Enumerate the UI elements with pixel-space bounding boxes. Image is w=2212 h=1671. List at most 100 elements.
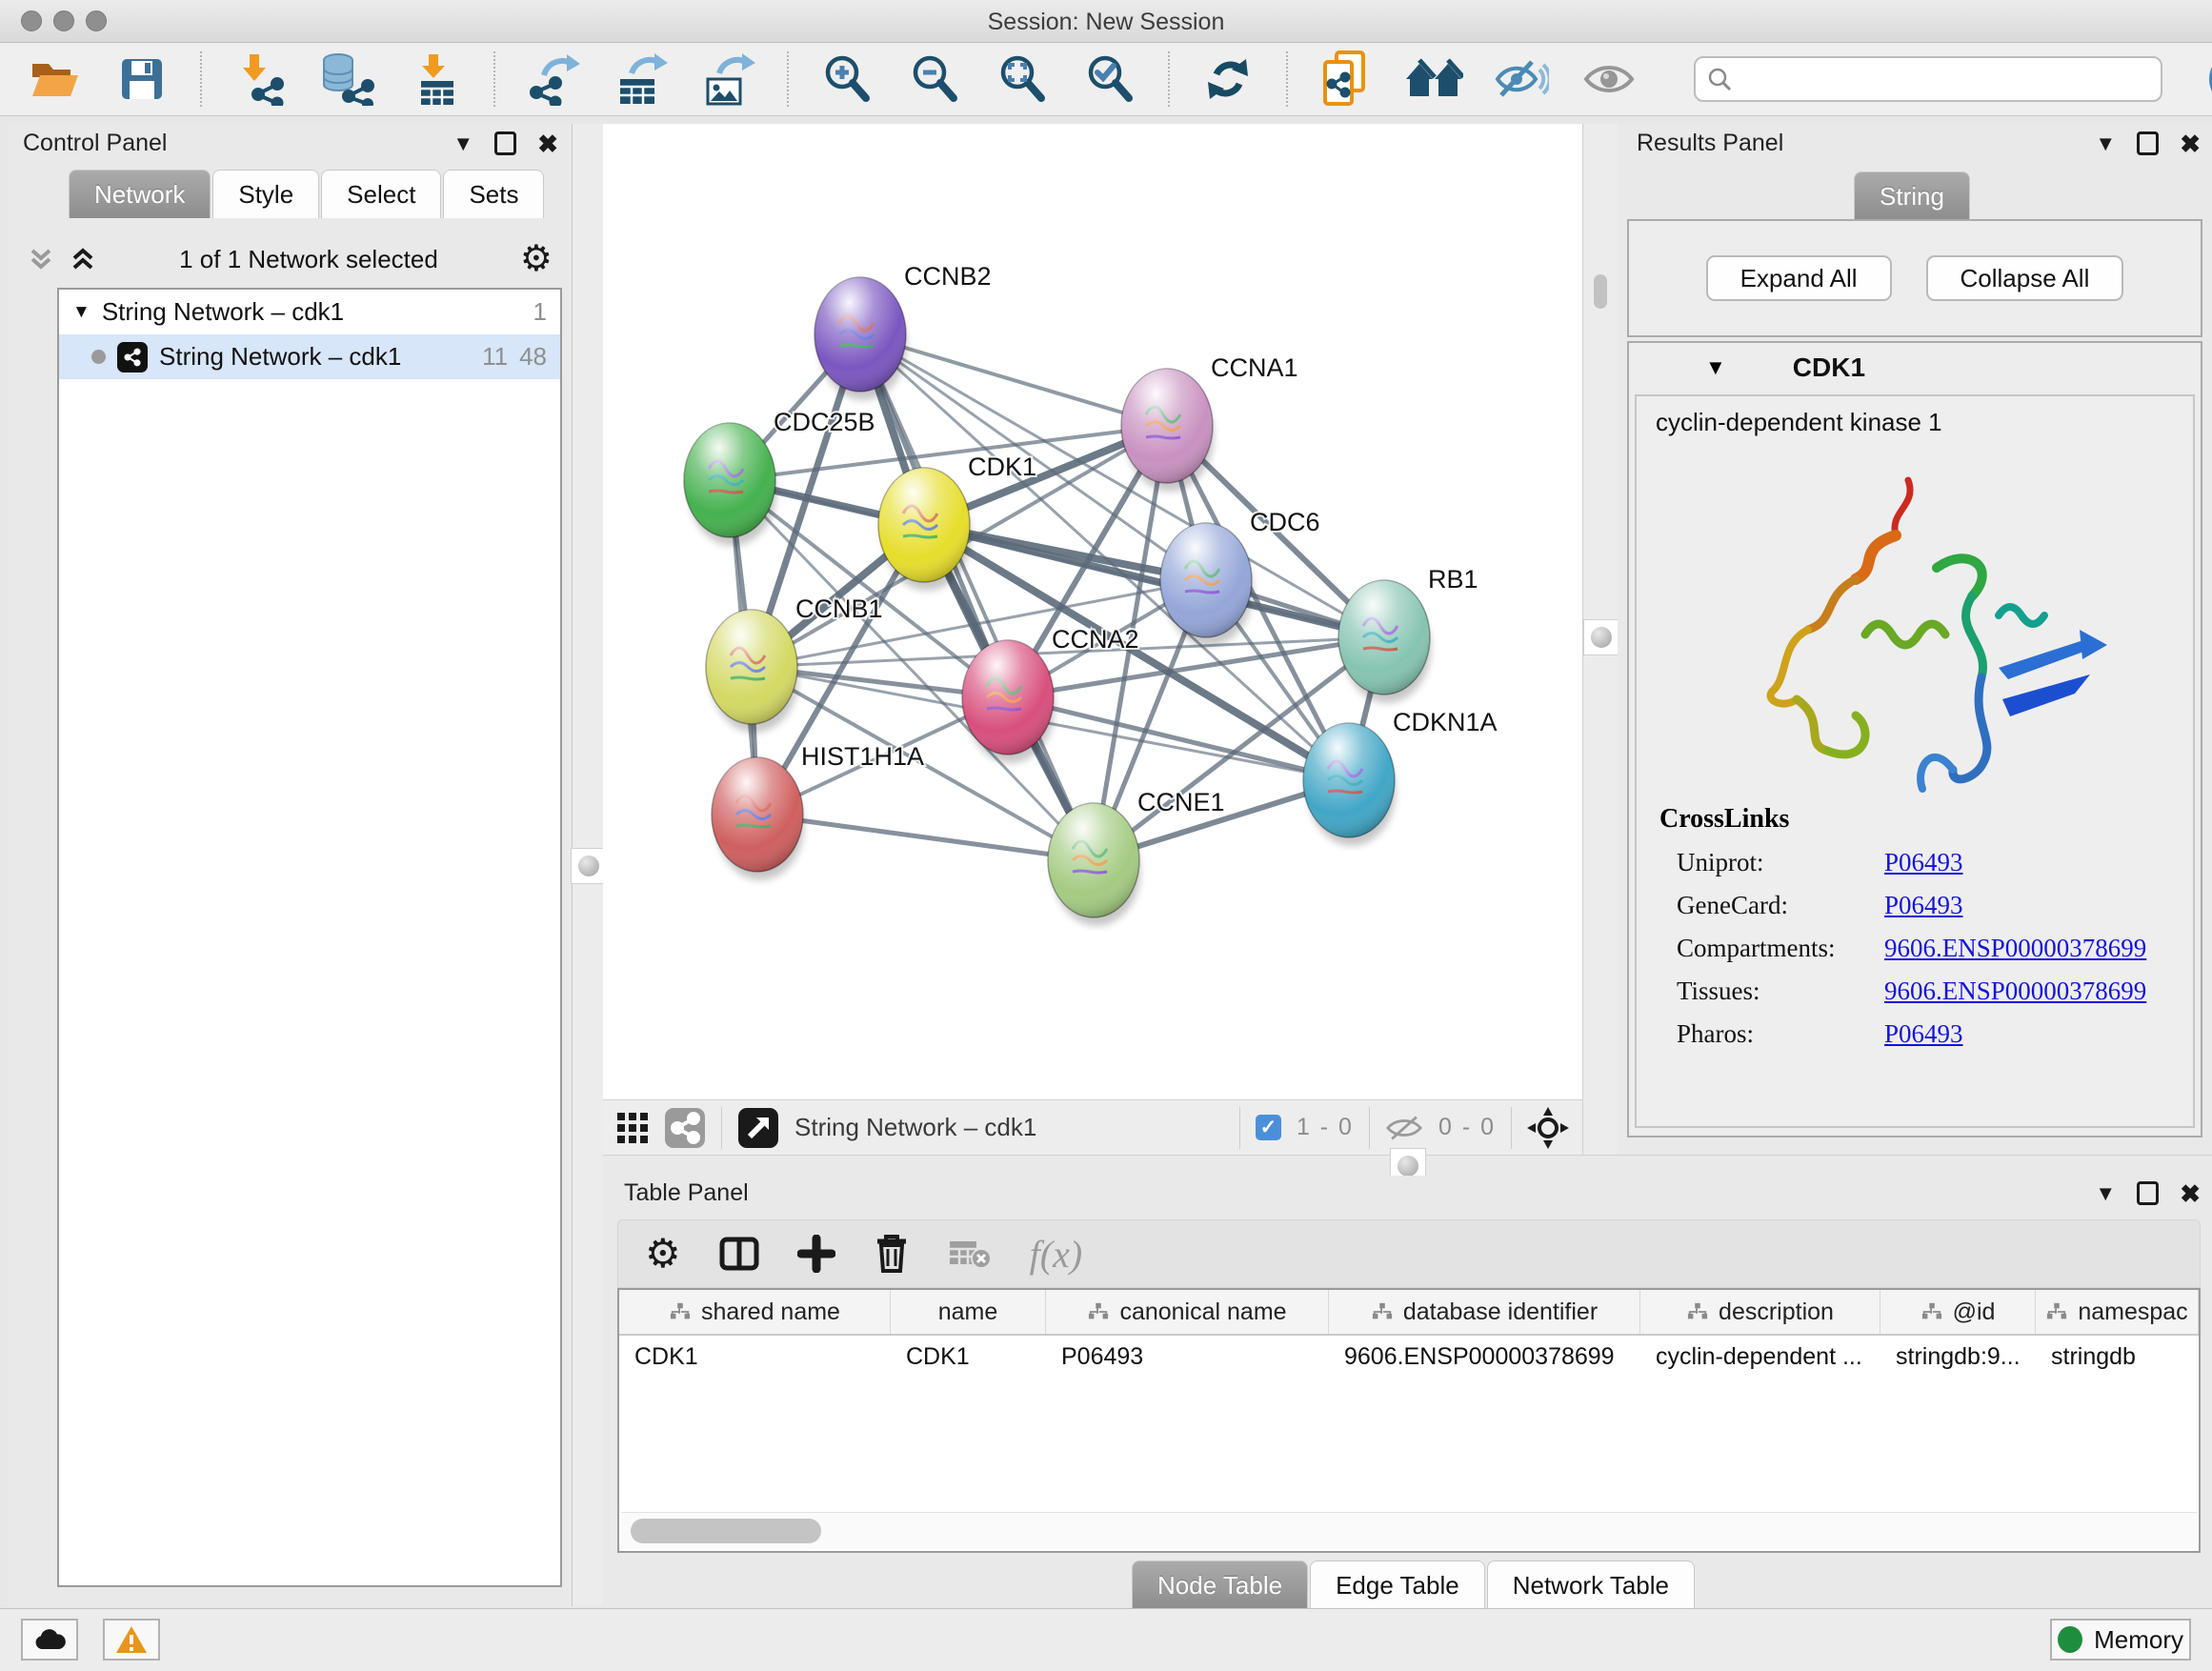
- expand-all-button[interactable]: Expand All: [1706, 255, 1892, 301]
- right-splitter[interactable]: [1582, 124, 1619, 1155]
- open-in-window-icon[interactable]: [737, 1107, 779, 1149]
- column-header-shared-name[interactable]: shared name: [619, 1290, 891, 1334]
- column-header-@id[interactable]: @id: [1880, 1290, 2036, 1334]
- export-table-button[interactable]: [612, 50, 671, 109]
- tab-string[interactable]: String: [1854, 171, 1970, 220]
- export-image-button[interactable]: [699, 50, 758, 109]
- pan-crosshair-icon[interactable]: [1527, 1107, 1569, 1149]
- search-input[interactable]: [1739, 65, 2149, 93]
- column-header-namespac[interactable]: namespac: [2036, 1290, 2199, 1334]
- crosslink-value-link[interactable]: P06493: [1884, 1019, 1963, 1049]
- column-header-description[interactable]: description: [1640, 1290, 1880, 1334]
- network-collection-row[interactable]: ▼ String Network – cdk1 1: [59, 290, 560, 334]
- edge-HIST1H1A-CCNE1[interactable]: [757, 815, 1094, 860]
- node-table[interactable]: shared namenamecanonical namedatabase id…: [617, 1288, 2201, 1553]
- column-header-database-identifier[interactable]: database identifier: [1329, 1290, 1640, 1334]
- splitter-grip[interactable]: [1583, 619, 1619, 655]
- panel-float-icon[interactable]: [494, 131, 516, 155]
- network-badge-gray-icon[interactable]: [664, 1107, 706, 1149]
- left-splitter[interactable]: [572, 124, 605, 1606]
- clone-network-button[interactable]: [1317, 50, 1376, 109]
- splitter-thumb[interactable]: [1594, 274, 1607, 309]
- show-all-button[interactable]: [1579, 50, 1639, 109]
- import-table-file-button[interactable]: [406, 50, 465, 109]
- table-settings-gear-icon[interactable]: ⚙: [645, 1234, 681, 1274]
- table-row[interactable]: CDK1CDK1P064939606.ENSP00000378699cyclin…: [619, 1336, 2199, 1378]
- tab-select[interactable]: Select: [321, 170, 441, 218]
- table-cell[interactable]: CDK1: [619, 1336, 891, 1378]
- tab-style[interactable]: Style: [212, 170, 319, 218]
- table-cell[interactable]: stringdb:9...: [1880, 1336, 2036, 1378]
- scrollbar-thumb[interactable]: [631, 1519, 821, 1543]
- table-cell[interactable]: stringdb: [2036, 1336, 2199, 1378]
- horizontal-splitter[interactable]: [603, 1155, 2212, 1178]
- network-canvas[interactable]: CCNB2CCNA1CDC25BCDK1CDC6RB1CCNB1CCNA2CDK…: [603, 124, 1582, 1099]
- table-cell[interactable]: CDK1: [891, 1336, 1046, 1378]
- show-columns-icon[interactable]: [719, 1235, 759, 1273]
- network-options-gear-icon[interactable]: ⚙: [520, 241, 553, 277]
- panel-close-icon[interactable]: ✖: [537, 131, 558, 156]
- tree-expander-icon[interactable]: ▼: [72, 303, 90, 321]
- node-CDC6[interactable]: [1160, 523, 1253, 646]
- node-CDK1[interactable]: [878, 468, 971, 591]
- column-header-name[interactable]: name: [891, 1290, 1046, 1334]
- cloud-status-button[interactable]: [21, 1619, 78, 1661]
- refresh-view-button[interactable]: [1198, 50, 1257, 109]
- zoom-fit-button[interactable]: [993, 50, 1052, 109]
- import-network-database-button[interactable]: [318, 50, 377, 109]
- node-CCNA1[interactable]: [1121, 369, 1214, 492]
- table-cell[interactable]: 9606.ENSP00000378699: [1329, 1336, 1640, 1378]
- save-session-button[interactable]: [112, 50, 171, 109]
- zoom-out-button[interactable]: [905, 50, 964, 109]
- tab-edge-table[interactable]: Edge Table: [1310, 1560, 1485, 1609]
- panel-float-icon[interactable]: [2137, 131, 2159, 155]
- panel-float-icon[interactable]: [2137, 1181, 2159, 1205]
- crosslink-value-link[interactable]: 9606.ENSP00000378699: [1884, 976, 2146, 1006]
- warnings-button[interactable]: [103, 1619, 160, 1661]
- node-HIST1H1A[interactable]: [712, 757, 804, 880]
- node-CCNB1[interactable]: [706, 610, 798, 733]
- node-CCNB2[interactable]: [814, 277, 907, 400]
- panel-menu-icon[interactable]: ▼: [2095, 133, 2116, 154]
- collapse-all-icon[interactable]: [27, 245, 55, 273]
- crosslink-value-link[interactable]: P06493: [1884, 848, 1963, 877]
- section-expander-icon[interactable]: ▼: [1705, 357, 1726, 378]
- tab-network[interactable]: Network: [69, 170, 211, 218]
- add-column-icon[interactable]: [797, 1235, 835, 1273]
- birdseye-grid-icon[interactable]: [616, 1112, 649, 1144]
- help-button[interactable]: ?: [2204, 50, 2212, 109]
- table-cell[interactable]: P06493: [1046, 1336, 1329, 1378]
- node-CCNA2[interactable]: [962, 640, 1055, 763]
- crosslink-value-link[interactable]: P06493: [1884, 891, 1963, 920]
- panel-menu-icon[interactable]: ▼: [452, 133, 473, 154]
- table-cell[interactable]: cyclin-dependent ...: [1640, 1336, 1880, 1378]
- delete-column-icon[interactable]: [874, 1234, 910, 1274]
- selected-checkbox-icon[interactable]: ✓: [1256, 1115, 1281, 1140]
- crosslink-value-link[interactable]: 9606.ENSP00000378699: [1884, 934, 2146, 963]
- tab-node-table[interactable]: Node Table: [1132, 1560, 1308, 1609]
- export-network-button[interactable]: [524, 50, 583, 109]
- edge-CCNB2-CCNE1[interactable]: [860, 334, 1094, 860]
- node-CDC25B[interactable]: [684, 423, 776, 546]
- zoom-in-button[interactable]: [817, 50, 876, 109]
- panel-close-icon[interactable]: ✖: [2180, 131, 2201, 156]
- zoom-selected-button[interactable]: [1080, 50, 1139, 109]
- tab-sets[interactable]: Sets: [443, 170, 544, 218]
- column-header-canonical-name[interactable]: canonical name: [1046, 1290, 1329, 1334]
- splitter-grip[interactable]: [571, 848, 607, 884]
- collapse-all-button[interactable]: Collapse All: [1926, 255, 2124, 301]
- panel-menu-icon[interactable]: ▼: [2095, 1183, 2116, 1204]
- node-CDKN1A[interactable]: [1303, 723, 1396, 846]
- horizontal-scrollbar[interactable]: [621, 1512, 2197, 1549]
- import-network-file-button[interactable]: [231, 50, 290, 109]
- gene-section-header[interactable]: ▼ CDK1: [1629, 343, 2201, 393]
- hide-selected-button[interactable]: [1492, 50, 1551, 109]
- open-file-button[interactable]: [25, 50, 84, 109]
- hidden-eye-icon[interactable]: [1385, 1114, 1423, 1142]
- expand-all-icon[interactable]: [69, 245, 97, 273]
- node-RB1[interactable]: [1338, 580, 1431, 703]
- bundled-apps-button[interactable]: [1404, 50, 1463, 109]
- memory-button[interactable]: Memory: [2050, 1619, 2191, 1661]
- panel-close-icon[interactable]: ✖: [2180, 1181, 2201, 1206]
- network-row[interactable]: String Network – cdk1 11 48: [59, 334, 560, 379]
